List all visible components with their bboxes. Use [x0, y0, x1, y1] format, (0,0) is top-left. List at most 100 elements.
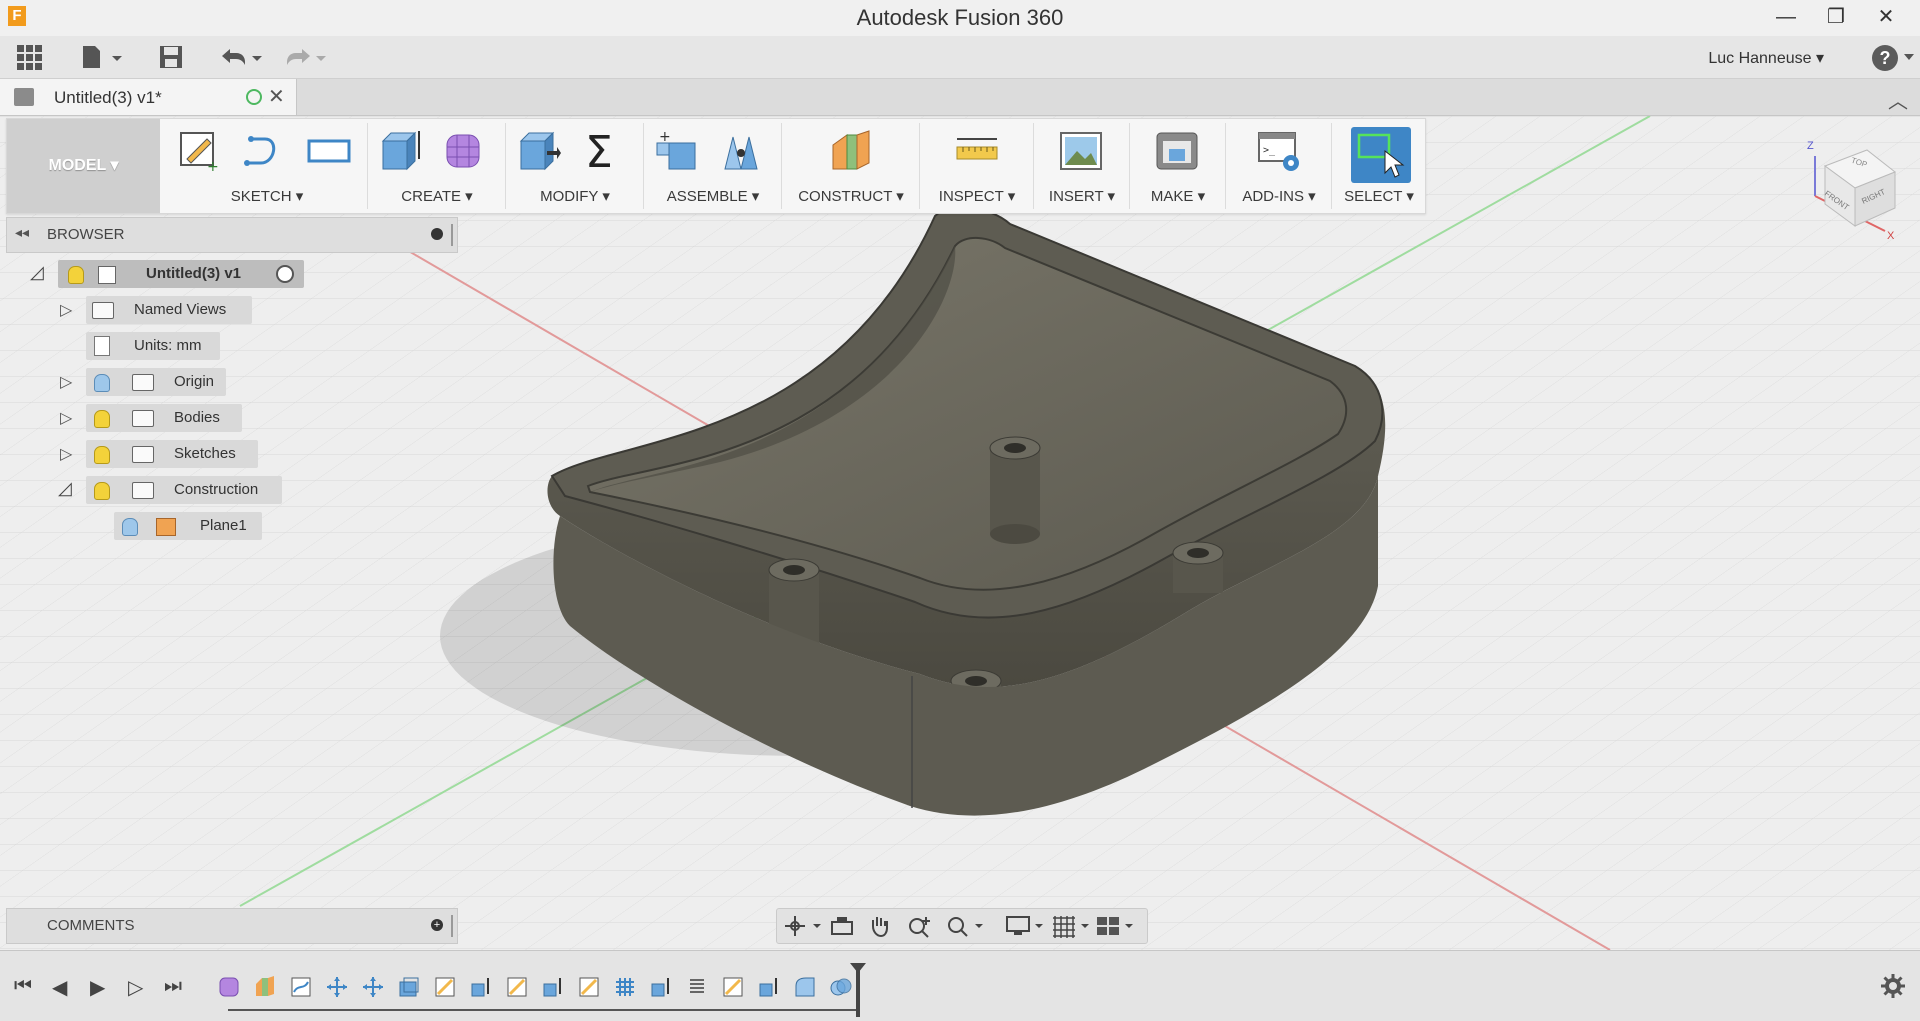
tree-item-named-views[interactable]: Named Views [86, 296, 252, 324]
timeline-form-feature-icon[interactable] [218, 976, 240, 998]
timeline-move-feature-icon[interactable] [326, 976, 348, 998]
tree-item-bodies[interactable]: Bodies [86, 404, 242, 432]
viewports-icon[interactable] [1095, 914, 1137, 938]
timeline-pattern-feature-icon[interactable] [614, 976, 636, 998]
ribbon-group-make[interactable]: MAKE ▾ [1131, 123, 1226, 209]
timeline-extrude-feature-icon-4[interactable] [758, 976, 780, 998]
offset-plane-icon[interactable] [829, 129, 873, 173]
timeline-sketch-feature-icon-3[interactable] [506, 976, 528, 998]
ribbon-group-assemble[interactable]: + ASSEMBLE ▾ [645, 123, 782, 209]
pan-hand-icon[interactable] [867, 914, 893, 938]
timeline-next-button[interactable]: ▷ [128, 975, 143, 1000]
joint-icon[interactable] [719, 129, 763, 173]
tree-item-root[interactable]: Untitled(3) v1 [58, 260, 304, 288]
ribbon-group-modify[interactable]: Σ MODIFY ▾ [507, 123, 644, 209]
extrude-icon[interactable] [379, 129, 423, 173]
ribbon-group-select[interactable]: SELECT ▾ [1333, 123, 1425, 209]
comments-resize-handle[interactable] [451, 915, 453, 937]
ribbon-group-addins[interactable]: >_ ADD-INS ▾ [1227, 123, 1332, 209]
close-window-button[interactable]: ✕ [1863, 0, 1909, 34]
tree-item-construction[interactable]: Construction [86, 476, 282, 504]
minimize-button[interactable]: — [1763, 0, 1809, 34]
timeline-sketch-feature-icon-2[interactable] [434, 976, 456, 998]
workspace-switcher[interactable]: MODEL ▾ [7, 119, 160, 213]
create-sketch-icon[interactable]: + [177, 129, 221, 173]
restore-button[interactable]: ❐ [1813, 0, 1859, 34]
timeline-prev-button[interactable]: ◀ [52, 975, 67, 1000]
visibility-bulb-icon[interactable] [94, 482, 110, 500]
document-tab[interactable]: Untitled(3) v1* ✕ [0, 79, 297, 115]
visibility-bulb-icon[interactable] [94, 446, 110, 464]
timeline-last-button[interactable]: ⏭ [164, 975, 182, 998]
ribbon-group-create[interactable]: CREATE ▾ [369, 123, 506, 209]
construction-collapse-icon[interactable]: ◿ [58, 478, 72, 499]
zoom-icon[interactable] [907, 914, 933, 938]
browser-panel-header[interactable]: ◂◂ BROWSER [6, 217, 458, 253]
visibility-bulb-off-icon[interactable] [122, 518, 138, 536]
redo-icon[interactable] [282, 44, 328, 70]
rectangle-icon[interactable] [307, 129, 351, 173]
tree-item-units[interactable]: Units: mm [86, 332, 220, 360]
sketches-expand-icon[interactable]: ▷ [60, 444, 72, 464]
display-settings-icon[interactable] [1005, 914, 1047, 938]
3d-print-icon[interactable] [1155, 129, 1199, 173]
timeline-move-feature-icon-2[interactable] [362, 976, 384, 998]
timeline-marker[interactable] [856, 967, 860, 1017]
select-tool-icon[interactable] [1351, 127, 1411, 183]
visibility-bulb-icon[interactable] [68, 266, 84, 284]
tree-item-plane[interactable]: Plane1 [114, 512, 262, 540]
line-icon[interactable] [241, 129, 285, 173]
viewcube[interactable]: TOP FRONT RIGHT Z X [1795, 136, 1905, 246]
timeline-first-button[interactable]: ⏮ [14, 975, 32, 998]
timeline-extrude-feature-icon-3[interactable] [650, 976, 672, 998]
press-pull-icon[interactable] [517, 129, 561, 173]
tree-item-sketches[interactable]: Sketches [86, 440, 258, 468]
ribbon-group-insert[interactable]: INSERT ▾ [1035, 123, 1130, 209]
activate-radio-icon[interactable] [276, 265, 294, 283]
help-icon[interactable]: ? [1872, 45, 1898, 71]
user-menu[interactable]: Luc Hanneuse ▾ [1708, 48, 1824, 68]
timeline-settings-gear-icon[interactable] [1880, 973, 1906, 999]
timeline-combine-feature-icon[interactable] [830, 976, 852, 998]
sum-parameters-icon[interactable]: Σ [581, 129, 625, 173]
measure-icon[interactable] [955, 129, 999, 173]
browser-minimize-icon[interactable] [431, 228, 443, 240]
apps-grid-icon[interactable] [14, 44, 46, 70]
ribbon-group-sketch[interactable]: + SKETCH ▾ [167, 123, 368, 209]
help-dropdown-icon[interactable] [1904, 54, 1914, 60]
timeline-plane-feature-icon[interactable] [254, 976, 276, 998]
close-tab-icon[interactable]: ✕ [268, 84, 285, 109]
fit-icon[interactable] [945, 914, 987, 938]
insert-canvas-icon[interactable] [1059, 129, 1103, 173]
timeline-marker-handle[interactable] [850, 963, 866, 973]
visibility-bulb-off-icon[interactable] [94, 374, 110, 392]
tree-item-origin[interactable]: Origin [86, 368, 226, 396]
save-icon[interactable] [158, 44, 184, 70]
timeline-play-button[interactable]: ▶ [90, 975, 105, 1000]
comments-panel-header[interactable]: COMMENTS + [6, 908, 458, 944]
undo-icon[interactable] [218, 44, 264, 70]
bodies-expand-icon[interactable]: ▷ [60, 408, 72, 428]
ribbon-group-construct[interactable]: CONSTRUCT ▾ [783, 123, 920, 209]
ribbon-group-inspect[interactable]: INSPECT ▾ [921, 123, 1034, 209]
browser-resize-handle[interactable] [451, 224, 453, 246]
timeline-extrude-feature-icon[interactable] [470, 976, 492, 998]
create-form-icon[interactable] [443, 129, 487, 173]
visibility-bulb-icon[interactable] [94, 410, 110, 428]
timeline-extrude-feature-icon-2[interactable] [542, 976, 564, 998]
new-component-icon[interactable]: + [655, 129, 699, 173]
scripts-addins-icon[interactable]: >_ [1257, 129, 1301, 173]
look-at-icon[interactable] [829, 914, 855, 938]
timeline-sketch-feature-icon-5[interactable] [722, 976, 744, 998]
orbit-icon[interactable] [783, 914, 825, 938]
timeline-fillet-feature-icon[interactable] [794, 976, 816, 998]
timeline-sketch-feature-icon-4[interactable] [578, 976, 600, 998]
timeline-sketch-feature-icon[interactable] [290, 976, 312, 998]
collapse-browser-icon[interactable]: ◂◂ [15, 224, 29, 241]
add-comment-icon[interactable]: + [431, 919, 443, 931]
named-views-expand-icon[interactable]: ▷ [60, 300, 72, 320]
root-expand-icon[interactable]: ◿ [30, 262, 44, 283]
origin-expand-icon[interactable]: ▷ [60, 372, 72, 392]
timeline-thread-feature-icon[interactable] [686, 976, 708, 998]
collapse-ribbon-icon[interactable]: ︿ [1888, 85, 1908, 114]
